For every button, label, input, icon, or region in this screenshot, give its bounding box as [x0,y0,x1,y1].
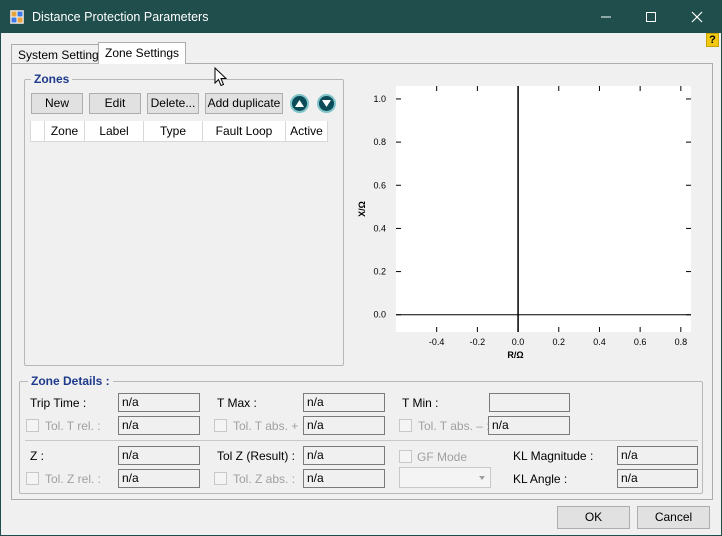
tol-t-abs-plus-field[interactable]: n/a [303,416,385,435]
zone-details-legend: Zone Details : [28,374,113,388]
kl-magnitude-field[interactable]: n/a [617,446,698,465]
tol-t-rel-checkbox[interactable] [26,419,39,432]
tol-z-abs-field[interactable]: n/a [303,469,385,488]
delete-zone-button[interactable]: Delete... [147,93,199,114]
tol-t-abs-plus-checkbox[interactable] [214,419,227,432]
dialog-window: Distance Protection Parameters ? System … [0,0,722,536]
t-min-label: T Min : [402,396,439,410]
maximize-button[interactable] [628,1,674,33]
ok-button[interactable]: OK [557,506,630,529]
t-max-field[interactable]: n/a [303,393,385,412]
zones-legend: Zones [31,72,73,86]
move-up-button[interactable] [290,94,309,113]
tol-z-rel-field[interactable]: n/a [118,469,200,488]
chevron-down-icon [479,476,485,480]
y-axis-label: X/Ω [357,201,367,217]
column-header-type[interactable]: Type [144,121,203,141]
app-icon [10,10,24,24]
tol-z-result-field[interactable]: n/a [303,446,385,465]
tol-z-rel-checkbox[interactable] [26,472,39,485]
maximize-icon [646,12,656,22]
tol-t-rel-field[interactable]: n/a [118,416,200,435]
zones-table-header: Zone Label Type Fault Loop Active [30,121,328,142]
close-icon [691,11,703,23]
move-down-button[interactable] [317,94,336,113]
zones-table[interactable]: Zone Label Type Fault Loop Active [30,121,328,142]
tol-t-abs-minus-field[interactable]: n/a [488,416,570,435]
tol-z-abs-label: Tol. Z abs. : [233,472,296,486]
x-tick-label: 0.6 [634,337,647,347]
row-selector-header [30,121,45,141]
y-tick-label: 0.4 [373,223,386,233]
z-label: Z : [30,449,44,463]
z-field[interactable]: n/a [118,446,200,465]
cancel-button[interactable]: Cancel [637,506,710,529]
gf-mode-checkbox[interactable] [399,450,412,463]
y-tick-label: 0.8 [373,137,386,147]
window-title: Distance Protection Parameters [32,10,209,24]
add-duplicate-button[interactable]: Add duplicate [205,93,283,114]
x-tick-label: 0.8 [675,337,688,347]
impedance-chart[interactable]: -0.4 -0.2 0.0 0.2 0.4 0.6 0.8 0.0 0.2 0.4 0.6 0.8 1.… [353,79,703,369]
edit-zone-button[interactable]: Edit [89,93,141,114]
gf-mode-label: GF Mode [417,450,468,464]
tab-system-settings[interactable]: System Settings [11,44,112,65]
kl-magnitude-label: KL Magnitude : [513,449,594,463]
t-min-field[interactable] [489,393,570,412]
kl-angle-field[interactable]: n/a [617,469,698,488]
y-tick-label: 0.2 [373,267,386,277]
y-tick-label: 0.0 [373,310,386,320]
x-tick-label: 0.2 [553,337,566,347]
tol-t-abs-minus-checkbox[interactable] [399,419,412,432]
title-bar[interactable]: Distance Protection Parameters [1,1,721,33]
minimize-button[interactable] [583,1,629,33]
arrow-up-icon [295,100,304,107]
trip-time-field[interactable]: n/a [118,393,200,412]
tol-z-rel-label: Tol. Z rel. : [45,472,102,486]
close-button[interactable] [674,1,720,33]
tol-t-abs-minus-label: Tol. T abs. – : [418,419,490,433]
y-tick-label: 1.0 [373,94,386,104]
tol-t-rel-label: Tol. T rel. : [45,419,101,433]
x-axis-label: R/Ω [507,350,523,360]
y-tick-label: 0.6 [373,180,386,190]
column-header-label[interactable]: Label [85,121,144,141]
column-header-fault-loop[interactable]: Fault Loop [203,121,286,141]
tol-t-abs-plus-label: Tol. T abs. + : [233,419,305,433]
tol-z-abs-checkbox[interactable] [214,472,227,485]
help-button[interactable]: ? [706,33,719,47]
x-tick-label: 0.4 [593,337,606,347]
arrow-down-icon [322,100,331,107]
column-header-active[interactable]: Active [286,121,328,141]
new-zone-button[interactable]: New [31,93,83,114]
tab-zone-settings[interactable]: Zone Settings [98,42,187,64]
mouse-cursor-icon [214,67,228,87]
t-max-label: T Max : [217,396,257,410]
kl-angle-label: KL Angle : [513,472,568,486]
trip-time-label: Trip Time : [30,396,87,410]
minimize-icon [601,16,611,18]
column-header-zone[interactable]: Zone [45,121,85,141]
details-separator [25,440,698,441]
gf-mode-dropdown[interactable] [399,467,491,488]
plot-area [396,86,691,332]
x-tick-label: 0.0 [512,337,525,347]
x-tick-label: -0.2 [470,337,486,347]
tol-z-result-label: Tol Z (Result) : [217,449,296,463]
x-tick-label: -0.4 [429,337,445,347]
